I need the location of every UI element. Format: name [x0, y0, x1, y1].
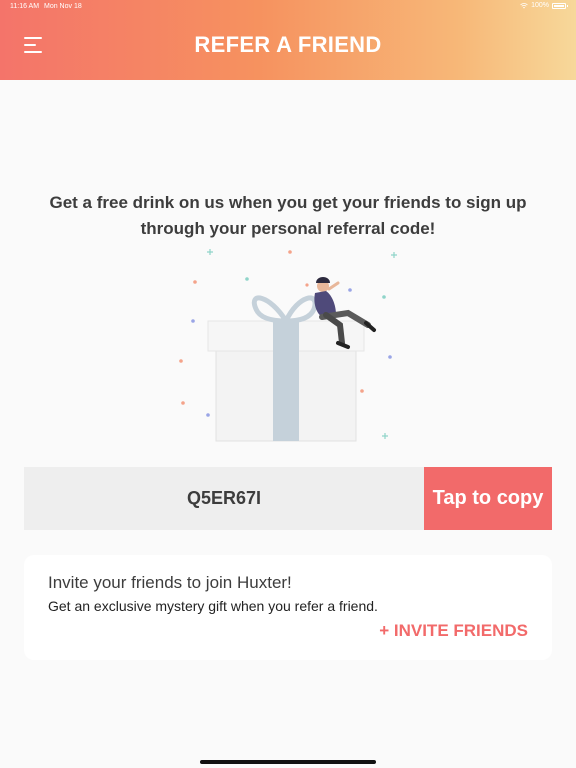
- invite-card-title: Invite your friends to join Huxter!: [48, 573, 292, 592]
- referral-code-field: Q5ER67I: [24, 467, 424, 530]
- gift-box: [207, 295, 365, 442]
- status-indicators: 100%: [520, 2, 568, 9]
- page-title: REFER A FRIEND: [194, 32, 382, 57]
- tap-to-copy-button[interactable]: Tap to copy: [424, 467, 552, 530]
- referral-headline: Get a free drink on us when you get your…: [49, 193, 527, 238]
- app-screen: 11:16 AM Mon Nov 18 100% REFER A FRIEND …: [0, 0, 576, 768]
- status-time: 11:16 AM: [10, 3, 40, 10]
- invite-card-subtitle: Get an exclusive mystery gift when you r…: [48, 598, 378, 614]
- home-indicator[interactable]: [200, 760, 376, 764]
- gift-box-illustration: [179, 249, 397, 442]
- status-date: Mon Nov 18: [44, 3, 82, 10]
- invite-card: Invite your friends to join Huxter! Get …: [24, 555, 552, 660]
- wifi-icon: [520, 2, 528, 8]
- battery-icon: [552, 2, 568, 9]
- battery-percent: 100%: [531, 2, 549, 9]
- header-bar: 11:16 AM Mon Nov 18 100% REFER A FRIEND: [0, 0, 576, 80]
- status-bar: 11:16 AM Mon Nov 18 100%: [0, 0, 576, 14]
- referral-code: Q5ER67I: [186, 488, 262, 508]
- invite-friends-button[interactable]: + INVITE FRIENDS: [379, 621, 528, 641]
